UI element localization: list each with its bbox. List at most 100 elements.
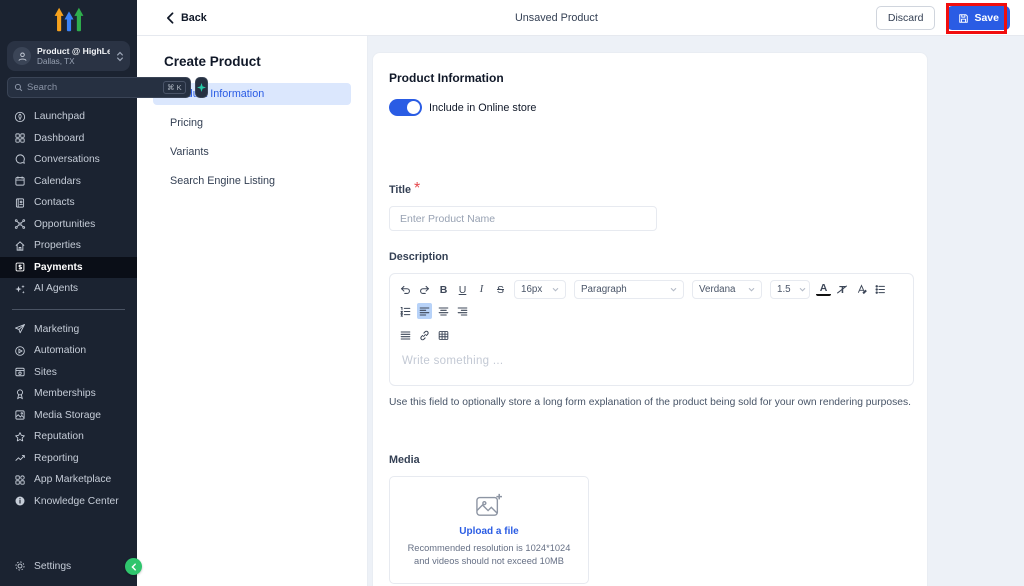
sidebar-item-calendars[interactable]: Calendars [0,171,137,193]
play-circle-icon [15,345,25,356]
app-logo [0,0,137,39]
line-height-select[interactable]: 1.5 [770,280,810,299]
media-label: Media [389,454,420,466]
font-size-select[interactable]: 16px [514,280,566,299]
sidebar-item-settings[interactable]: Settings [0,556,137,578]
sidebar-item-memberships[interactable]: Memberships [0,383,137,405]
sparkle-icon [196,83,206,92]
italic-button[interactable]: I [474,282,489,298]
trend-line-icon [15,455,25,462]
highlevel-logo-icon [54,7,83,32]
send-icon [15,324,25,334]
required-asterisk: * [414,180,421,197]
ai-sparkles-icon [15,284,25,294]
tab-search-engine-listing[interactable]: Search Engine Listing [153,170,351,192]
description-label: Description [389,251,449,263]
description-helper-text: Use this field to optionally store a lon… [389,397,912,408]
star-icon [15,431,25,442]
tab-variants[interactable]: Variants [153,141,351,163]
sidebar-item-payments[interactable]: Payments [0,256,137,278]
medal-icon [16,389,24,400]
align-left-button[interactable] [417,303,432,319]
editor-placeholder: Write something ... [402,355,504,367]
media-upload-dropzone[interactable]: Upload a file Recommended resolution is … [389,476,589,584]
toggle-label: Include in Online store [429,101,537,114]
save-button[interactable]: Save [947,6,1010,30]
calendar-icon [15,176,25,186]
sidebar-item-reputation[interactable]: Reputation [0,426,137,448]
upload-hint: Recommended resolution is 1024*1024 and … [407,543,571,566]
font-family-select[interactable]: Verdana [692,280,762,299]
discard-button[interactable]: Discard [875,6,936,30]
sidebar-collapse-button[interactable] [125,558,142,575]
sidebar-item-contacts[interactable]: Contacts [0,192,137,214]
search-icon [14,83,23,92]
sidebar-divider [12,308,125,310]
sidebar-item-sites[interactable]: Sites [0,362,137,384]
chevron-left-icon [130,562,136,571]
account-avatar [13,47,31,65]
title-label: Title [389,184,411,196]
sidebar-item-automation[interactable]: Automation [0,340,137,362]
sidebar-search[interactable]: ⌘ K [7,77,191,98]
underline-button[interactable]: U [455,282,470,298]
table-button[interactable] [436,327,451,343]
clear-formatting-button[interactable]: T [835,282,850,298]
tab-pricing[interactable]: Pricing [153,112,351,134]
align-right-button[interactable] [455,303,470,319]
sidebar-item-properties[interactable]: Properties [0,235,137,257]
sidebar-item-opportunities[interactable]: Opportunities [0,214,137,236]
ai-assistant-button[interactable] [194,77,208,98]
panel-title: Create Product [164,54,261,69]
sidebar-item-knowledge-center[interactable]: Knowledge Center [0,491,137,513]
search-input[interactable] [27,82,159,93]
browser-icon [15,368,25,377]
link-button[interactable] [417,327,432,343]
align-justify-button[interactable] [398,327,413,343]
description-editor: B U I S 16px Paragraph Verdana 1.5 A T W… [389,273,914,386]
contacts-icon [15,198,25,208]
highlight-button[interactable] [854,282,869,298]
undo-button[interactable] [398,282,413,298]
chat-bubble-icon [15,154,25,164]
image-icon [15,410,25,420]
search-shortcut-badge: ⌘ K [163,81,186,94]
sidebar-item-conversations[interactable]: Conversations [0,149,137,171]
sidebar-nav-secondary: Marketing Automation Sites Memberships M… [0,319,137,513]
sidebar-item-reporting[interactable]: Reporting [0,448,137,470]
bold-button[interactable]: B [436,282,451,298]
gear-icon [15,561,25,571]
chevron-updown-icon [116,51,124,62]
product-title-input[interactable] [389,206,657,231]
account-switcher[interactable]: Product @ HighLevel Dallas, TX [7,41,130,71]
sidebar: Product @ HighLevel Dallas, TX ⌘ K Launc… [0,0,208,586]
create-product-panel: Create Product Product Information Prici… [137,36,368,586]
house-icon [15,241,25,251]
paragraph-select[interactable]: Paragraph [574,280,684,299]
strikethrough-button[interactable]: S [493,282,508,298]
sidebar-item-marketing[interactable]: Marketing [0,319,137,341]
chevron-left-icon [167,12,174,24]
editor-body[interactable]: Write something ... [390,345,913,385]
launchpad-icon [14,111,26,122]
account-location: Dallas, TX [37,57,75,66]
sidebar-item-media-storage[interactable]: Media Storage [0,405,137,427]
sidebar-item-dashboard[interactable]: Dashboard [0,128,137,150]
back-button[interactable]: Back [165,0,207,36]
sidebar-item-app-marketplace[interactable]: App Marketplace [0,469,137,491]
account-name: Product @ HighLevel [37,46,110,56]
sidebar-item-launchpad[interactable]: Launchpad [0,106,137,128]
numbered-list-button[interactable] [398,303,413,319]
sidebar-nav-primary: Launchpad Dashboard Conversations Calend… [0,106,137,300]
top-header: Back Unsaved Product Discard Save [137,0,1024,36]
dashboard-icon [15,133,25,143]
bullet-list-button[interactable] [873,282,888,298]
upload-file-link[interactable]: Upload a file [459,526,518,537]
sidebar-item-ai-agents[interactable]: AI Agents [0,278,137,300]
upload-image-icon [476,494,502,517]
align-center-button[interactable] [436,303,451,319]
include-online-store-toggle[interactable] [389,99,422,116]
text-color-button[interactable]: A [816,283,831,296]
product-form-card: Product Information Include in Online st… [372,52,928,586]
redo-button[interactable] [417,282,432,298]
